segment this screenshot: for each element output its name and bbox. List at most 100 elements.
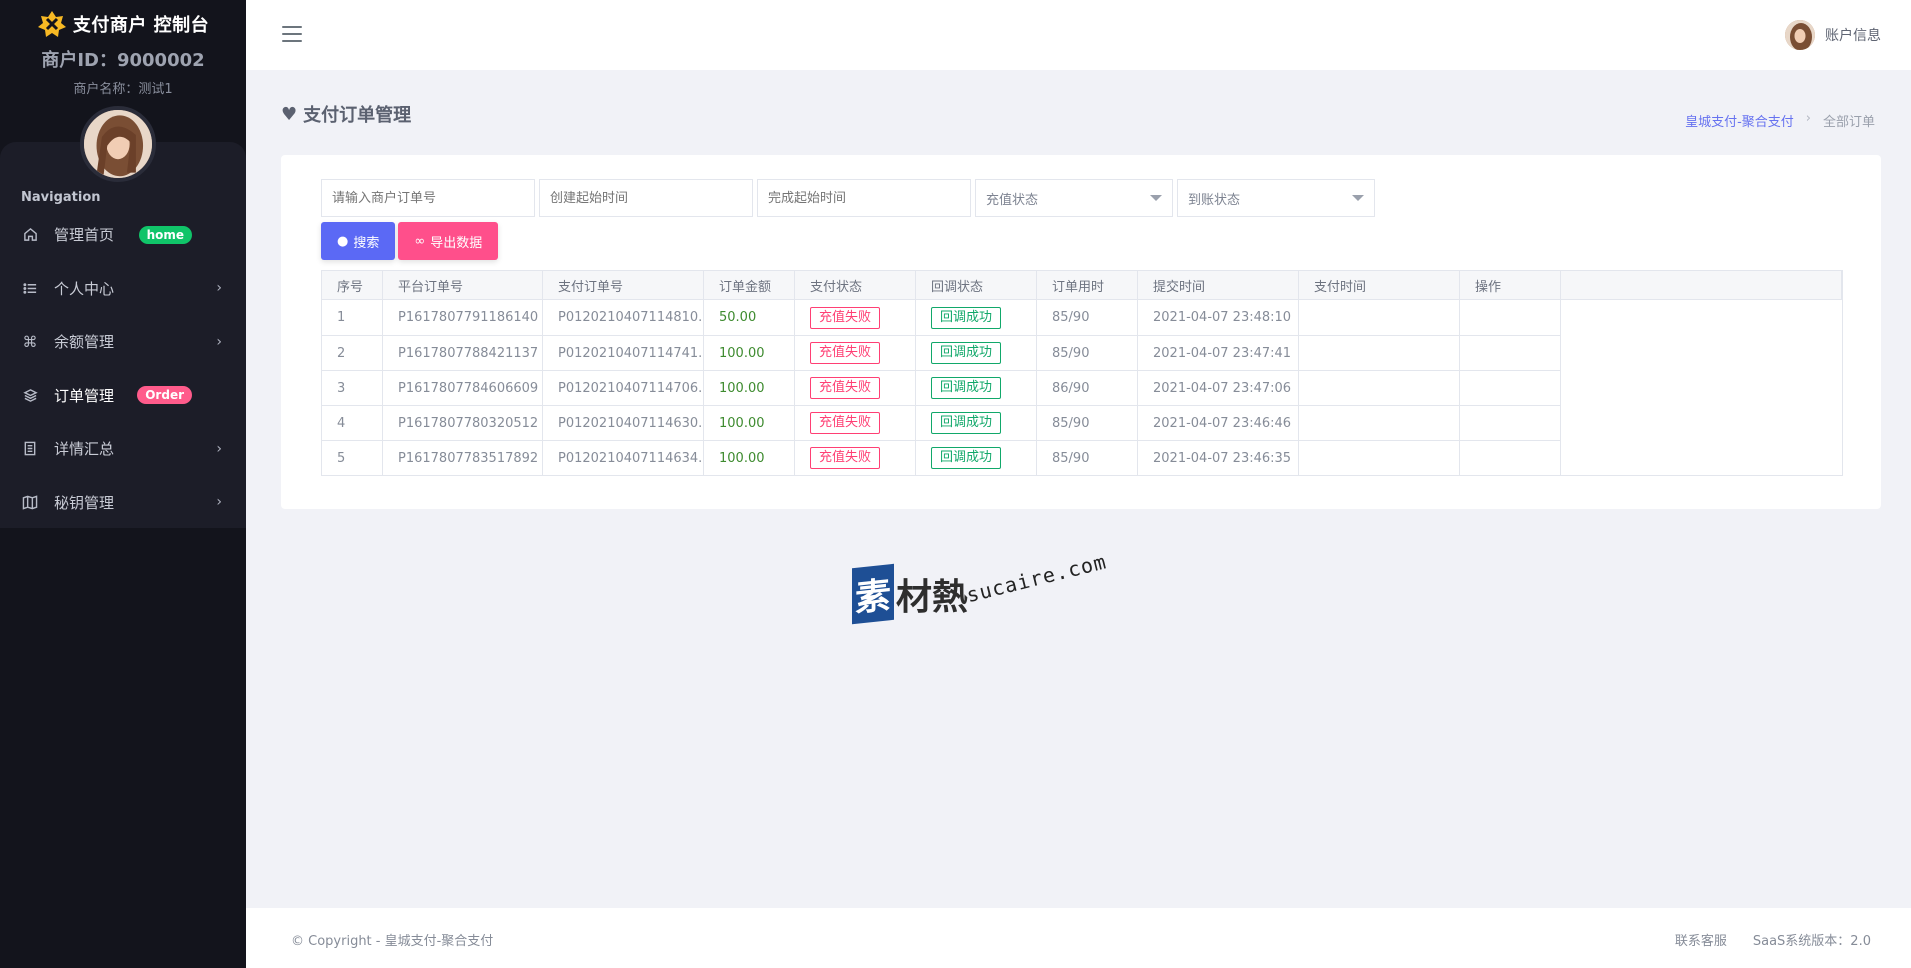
row-index-cell: 3 [322, 370, 383, 405]
order-number-input[interactable] [321, 179, 535, 217]
create-time-input[interactable] [539, 179, 753, 217]
order-duration-cell: 86/90 [1037, 370, 1138, 405]
order-amount-cell: 50.00 [704, 300, 795, 335]
pay-order-no: P0120210407114810... [558, 310, 704, 325]
order-duration: 85/90 [1052, 310, 1090, 325]
order-amount-cell: 100.00 [704, 405, 795, 440]
version-label: SaaS系统版本：2.0 [1752, 934, 1871, 949]
chevron-right-icon: › [216, 280, 222, 297]
brand-logo-icon [37, 11, 66, 37]
callback-status-badge: 回调成功 [931, 412, 1002, 434]
order-amount: 100.00 [719, 415, 765, 431]
menu-toggle-icon[interactable] [282, 26, 302, 42]
submit-time: 2021-04-07 23:46:35 [1153, 450, 1292, 466]
column-header-filler [1561, 271, 1842, 299]
pay-order-no: P0120210407114634... [558, 450, 704, 466]
account-label: 账户信息 [1825, 28, 1881, 44]
action-buttons: ● 搜索 ∞ 导出数据 [321, 222, 499, 260]
account-menu[interactable]: 账户信息 [1785, 20, 1881, 50]
column-header: 提交时间 [1138, 271, 1299, 299]
order-amount-cell: 100.00 [704, 335, 795, 370]
platform-order-no-cell: P1617807780320512 [383, 405, 543, 440]
sidebar-item-orders[interactable]: 订单管理 Order [0, 369, 246, 423]
document-icon [22, 441, 38, 457]
sidebar-item-balance[interactable]: ⌘ 余额管理 › [0, 315, 246, 369]
avatar-portrait-icon [84, 110, 152, 178]
platform-order-no: P1617807791186140 [398, 310, 539, 325]
column-header: 回调状态 [916, 271, 1037, 299]
column-header: 支付状态 [795, 271, 916, 299]
row-index: 4 [337, 415, 346, 431]
row-index-cell: 4 [322, 405, 383, 440]
arrival-status-select[interactable]: 到账状态 [1177, 179, 1375, 217]
sidebar: 支付商户 控制台 商户ID：9000002 商户名称：测试1 Navigatio… [0, 0, 246, 968]
merchant-id: 商户ID：9000002 [41, 50, 205, 71]
table-row: 4 P1617807780320512 P0120210407114630... 10… [322, 405, 1842, 440]
row-actions-cell[interactable] [1460, 300, 1561, 335]
sidebar-item-home[interactable]: 管理首页 home [0, 208, 246, 262]
export-button-label: 导出数据 [430, 235, 483, 251]
watermark-box: 素 [852, 563, 894, 625]
breadcrumb-link[interactable]: 皇城支付-聚合支付 [1685, 111, 1794, 130]
row-actions-cell[interactable] [1460, 335, 1561, 370]
page-title-text: 支付订单管理 [303, 105, 412, 126]
callback-status-cell: 回调成功 [916, 370, 1037, 405]
pay-time-cell [1299, 335, 1460, 370]
column-header: 订单用时 [1037, 271, 1138, 299]
account-avatar [1785, 20, 1815, 50]
pay-order-no-cell: P0120210407114706... [543, 370, 704, 405]
watermark-url: sucaire.com [964, 549, 1109, 608]
sidebar-item-label: 管理首页 [54, 226, 115, 245]
platform-order-no: P1617807783517892 [398, 450, 539, 466]
recharge-status-select[interactable]: 充值状态 [975, 179, 1173, 217]
order-amount: 100.00 [719, 380, 765, 396]
column-header: 平台订单号 [383, 271, 543, 299]
order-duration-cell: 85/90 [1037, 405, 1138, 440]
command-icon: ⌘ [22, 332, 38, 351]
support-link[interactable]: 联系客服 [1675, 930, 1727, 949]
submit-time: 2021-04-07 23:47:06 [1153, 380, 1292, 396]
search-button[interactable]: ● 搜索 [321, 222, 396, 260]
order-amount: 50.00 [719, 310, 757, 325]
footer: © Copyright - 皇城支付-聚合支付 联系客服 SaaS系统版本：2.… [246, 908, 1911, 968]
breadcrumb-separator: › [1805, 111, 1811, 126]
order-amount-cell: 100.00 [704, 440, 795, 475]
table-row: 3 P1617807784606609 P0120210407114706... 10… [322, 370, 1842, 405]
order-duration-cell: 85/90 [1037, 440, 1138, 475]
watermark-logo: 素 材熱 sucaire.com [852, 549, 1109, 625]
submit-time: 2021-04-07 23:47:41 [1153, 345, 1292, 361]
sidebar-item-label: 详情汇总 [54, 440, 115, 459]
row-actions-cell[interactable] [1460, 370, 1561, 405]
pay-order-no: P0120210407114706... [558, 380, 704, 396]
row-actions-cell[interactable] [1460, 440, 1561, 475]
row-actions-cell[interactable] [1460, 405, 1561, 440]
order-duration: 86/90 [1052, 380, 1090, 396]
submit-time: 2021-04-07 23:46:46 [1153, 415, 1292, 431]
map-icon [22, 494, 38, 510]
submit-time: 2021-04-07 23:48:10 [1153, 310, 1292, 325]
sidebar-item-label: 秘钥管理 [54, 493, 115, 512]
row-index: 5 [337, 450, 346, 466]
brand[interactable]: 支付商户 控制台 [0, 0, 246, 46]
merchant-avatar[interactable] [80, 106, 156, 182]
page-title: ♥ 支付订单管理 [281, 101, 411, 127]
finish-time-input[interactable] [757, 179, 971, 217]
table-body: 1 P1617807791186140 P0120210407114810... 50… [322, 300, 1842, 475]
row-filler [1561, 440, 1842, 475]
sidebar-item-label: 订单管理 [54, 386, 115, 405]
sidebar-item-keys[interactable]: 秘钥管理 › [0, 476, 246, 530]
pay-order-no: P0120210407114741... [558, 345, 704, 361]
sidebar-item-profile[interactable]: 个人中心 › [0, 262, 246, 316]
pay-time-cell [1299, 405, 1460, 440]
pay-status-badge: 充值失败 [810, 342, 881, 364]
pay-order-no: P0120210407114630... [558, 415, 704, 431]
callback-status-badge: 回调成功 [931, 377, 1002, 399]
row-index-cell: 5 [322, 440, 383, 475]
orders-table: 序号 平台订单号 支付订单号 订单金额 支付状态 回调状态 订单用时 提交时间 … [321, 270, 1843, 476]
callback-status-badge: 回调成功 [931, 342, 1002, 364]
callback-status-cell: 回调成功 [916, 300, 1037, 335]
export-button[interactable]: ∞ 导出数据 [398, 222, 499, 260]
sidebar-item-summary[interactable]: 详情汇总 › [0, 422, 246, 476]
order-duration-cell: 85/90 [1037, 335, 1138, 370]
chevron-right-icon: › [216, 440, 222, 457]
